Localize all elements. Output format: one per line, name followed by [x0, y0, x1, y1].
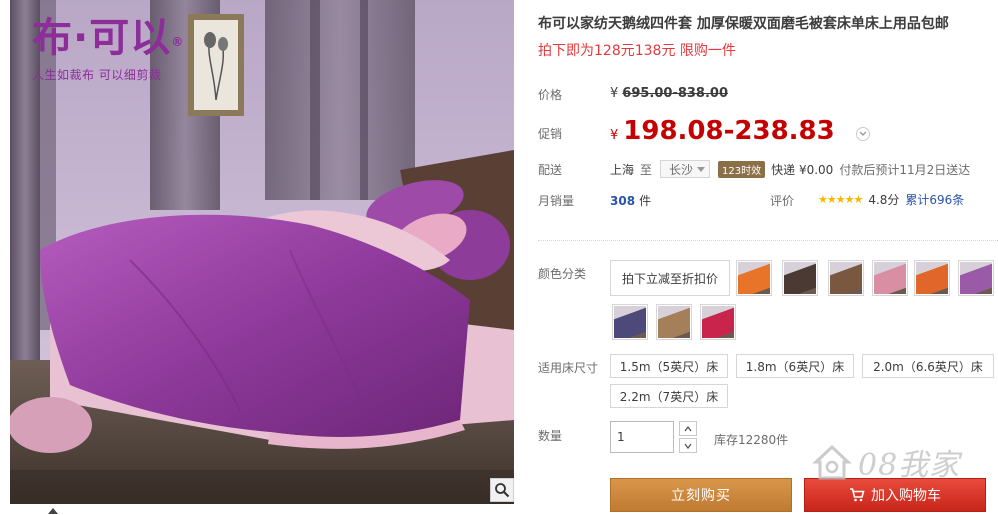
add-to-cart-button[interactable]: 加入购物车: [804, 478, 986, 512]
quantity-decrease-button[interactable]: [679, 438, 697, 453]
divider: [538, 240, 998, 241]
price-label: 价格: [538, 88, 563, 102]
destination-city-select[interactable]: 长沙: [660, 160, 711, 178]
product-image-gallery: 布·可以® 人生如裁布 可以细剪裁: [10, 0, 514, 504]
original-price: ¥695.00-838.00: [610, 86, 728, 101]
color-label: 颜色分类: [538, 267, 587, 281]
color-swatch-dark-brown[interactable]: [782, 260, 818, 296]
size-option-2-2m[interactable]: 2.2m（7英尺）床: [610, 384, 728, 408]
rating-score: 4.8分: [868, 193, 900, 207]
destination-city: 长沙: [669, 162, 694, 177]
chevron-down-icon: [684, 443, 692, 449]
ship-to-word: 至: [640, 162, 653, 177]
color-swatch-camel[interactable]: [656, 304, 692, 340]
review-count-link[interactable]: 累计696条: [905, 191, 964, 208]
swatch-thumbnail: [738, 262, 770, 294]
buy-now-button[interactable]: 立刻购买: [610, 478, 792, 512]
magnifier-icon: [495, 483, 510, 498]
swatch-thumbnail: [702, 306, 734, 338]
brand-slogan: 人生如裁布 可以细剪裁: [32, 68, 162, 82]
color-swatch-navy-purple[interactable]: [612, 304, 648, 340]
rating: ★★★★★ 4.8分 累计696条: [818, 191, 964, 208]
monthly-sales: 308 件: [610, 192, 651, 209]
brand-logo: 布·可以®: [32, 15, 185, 61]
eta-badge: 123时效: [718, 160, 766, 178]
swatch-thumbnail: [658, 306, 690, 338]
ship-from: 上海: [610, 162, 635, 177]
product-title: 布可以家纺天鹅绒四件套 加厚保暖双面磨毛被套床单床上用品包邮: [538, 16, 949, 32]
shipping-label: 配送: [538, 163, 563, 177]
monthly-sales-label: 月销量: [538, 194, 575, 208]
color-option-text[interactable]: 拍下立减至折扣价: [610, 260, 730, 296]
size-label: 适用床尺寸: [538, 361, 599, 375]
size-option-2-0m[interactable]: 2.0m（6.6英尺）床: [862, 354, 994, 378]
shipping-fee: 快递 ¥0.00: [771, 162, 834, 177]
stock-count: 库存12280件: [714, 433, 789, 447]
size-option-1-8m[interactable]: 1.8m（6英尺）床: [736, 354, 854, 378]
quantity-label: 数量: [538, 429, 563, 443]
color-swatch-coffee[interactable]: [828, 260, 864, 296]
size-option-1-5m[interactable]: 1.5m（5英尺）床: [610, 354, 728, 378]
promo-currency-symbol: ¥: [610, 128, 619, 143]
swatch-thumbnail: [784, 262, 816, 294]
delivery-estimate: 付款后预计11月2日送达: [839, 162, 971, 177]
color-swatch-orange-grey[interactable]: [914, 260, 950, 296]
color-swatch-orange[interactable]: [736, 260, 772, 296]
swatch-thumbnail: [830, 262, 862, 294]
promo-price-value: 198.08-238.83: [623, 116, 835, 146]
swatch-thumbnail: [916, 262, 948, 294]
chevron-down-icon: [859, 131, 867, 136]
color-swatch-rose-red[interactable]: [700, 304, 736, 340]
price-expand-button[interactable]: [856, 127, 870, 141]
rating-label: 评价: [770, 194, 795, 208]
color-swatch-purple[interactable]: [958, 260, 994, 296]
thumbnail-caret-icon: [48, 508, 58, 514]
sales-unit: 件: [639, 194, 652, 208]
currency-symbol: ¥: [610, 86, 619, 101]
quantity-increase-button[interactable]: [679, 421, 697, 436]
color-swatch-pink[interactable]: [872, 260, 908, 296]
swatch-thumbnail: [614, 306, 646, 338]
product-info-panel: 布可以家纺天鹅绒四件套 加厚保暖双面磨毛被套床单床上用品包邮 拍下即为128元1…: [538, 0, 998, 515]
promo-price: ¥198.08-238.83: [610, 116, 835, 146]
promo-line: 拍下即为128元138元 限购一件: [538, 43, 736, 59]
shipping-row: 上海 至 长沙 123时效 快递 ¥0.00 付款后预计11月2日送达: [610, 160, 970, 178]
quantity-input[interactable]: 1: [610, 421, 674, 453]
shopping-cart-icon: [850, 488, 865, 502]
swatch-thumbnail: [960, 262, 992, 294]
rating-stars-icon: ★★★★★: [818, 193, 863, 206]
sales-count: 308: [610, 194, 636, 208]
chevron-up-icon: [684, 425, 692, 431]
zoom-button[interactable]: [490, 478, 514, 502]
original-price-value: 695.00-838.00: [622, 86, 729, 101]
promo-price-label: 促销: [538, 127, 563, 141]
caret-down-icon: [697, 166, 706, 172]
swatch-thumbnail: [874, 262, 906, 294]
add-to-cart-label: 加入购物车: [871, 488, 941, 504]
